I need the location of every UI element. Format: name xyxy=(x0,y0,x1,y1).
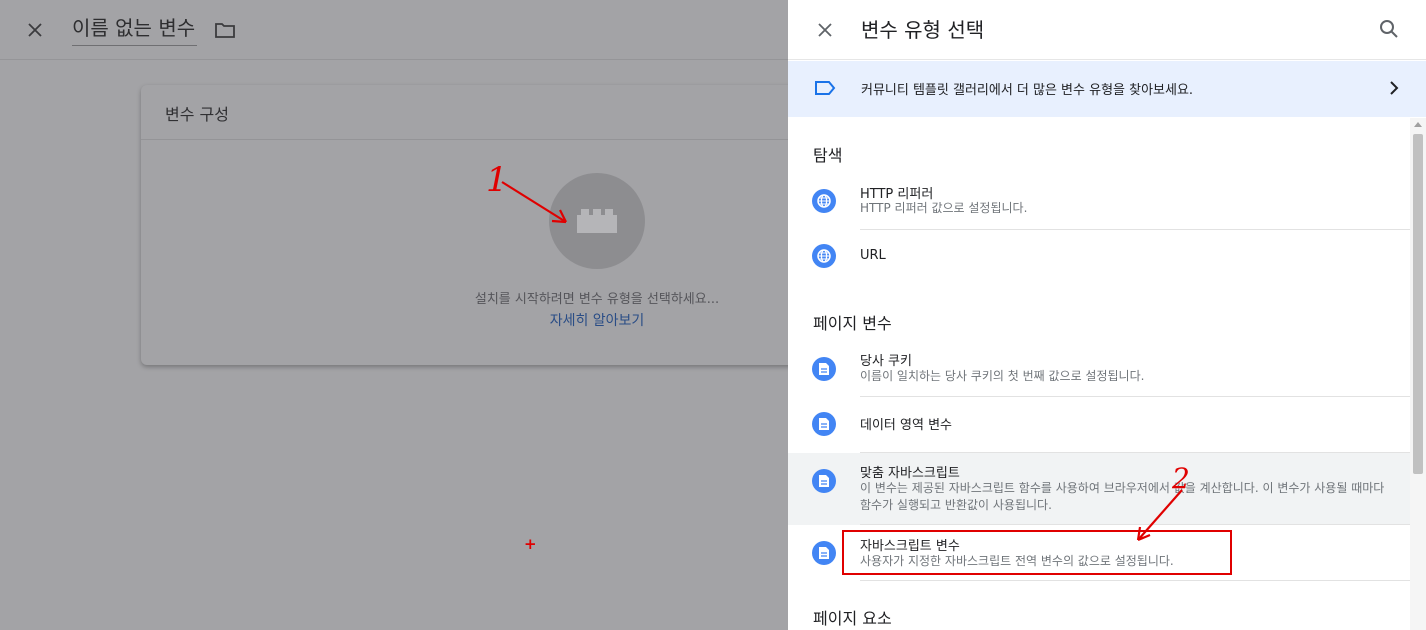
list-item-http-referrer[interactable]: HTTP 리퍼러 HTTP 리퍼러 값으로 설정됩니다. xyxy=(788,174,1410,230)
list-item-custom-javascript[interactable]: 맞춤 자바스크립트 이 변수는 제공된 자바스크립트 함수를 사용하여 브라우저… xyxy=(788,453,1410,525)
list-item-data-layer-variable[interactable]: 데이터 영역 변수 xyxy=(788,397,1410,453)
globe-icon xyxy=(812,244,836,268)
section-title-navigation: 탐색 xyxy=(813,146,843,165)
community-gallery-banner[interactable]: 커뮤니티 템플릿 갤러리에서 더 많은 변수 유형을 찾아보세요. xyxy=(788,61,1426,117)
search-button[interactable] xyxy=(1376,16,1402,42)
panel-title: 변수 유형 선택 xyxy=(861,18,985,42)
editor-close-button[interactable] xyxy=(22,17,48,43)
item-description: HTTP 리퍼러 값으로 설정됩니다. xyxy=(860,201,1028,215)
document-icon xyxy=(812,357,836,381)
item-title: 당사 쿠키 xyxy=(860,354,912,369)
globe-icon xyxy=(812,189,836,213)
panel-close-button[interactable] xyxy=(812,17,838,43)
item-divider xyxy=(860,580,1410,581)
banner-text: 커뮤니티 템플릿 갤러리에서 더 많은 변수 유형을 찾아보세요. xyxy=(861,83,1194,98)
folder-button[interactable] xyxy=(212,17,238,43)
list-item-url[interactable]: URL xyxy=(788,230,1410,286)
search-icon xyxy=(1380,20,1398,38)
annotation-step-1: 1 xyxy=(486,160,508,200)
list-item-first-party-cookie[interactable]: 당사 쿠키 이름이 일치하는 당사 쿠키의 첫 번째 값으로 설정됩니다. xyxy=(788,341,1410,397)
section-title-page-variables: 페이지 변수 xyxy=(813,314,892,333)
variable-type-placeholder[interactable] xyxy=(549,173,645,269)
document-icon xyxy=(812,412,836,436)
annotation-step-2: 2 xyxy=(1172,462,1190,495)
lego-brick-icon xyxy=(577,209,617,233)
item-description: 이 변수는 제공된 자바스크립트 함수를 사용하여 브라우저에서 값을 계산합니… xyxy=(860,481,1385,512)
item-title: 맞춤 자바스크립트 xyxy=(860,466,960,481)
annotation-highlight-box xyxy=(842,530,1232,575)
panel-scrollbar[interactable] xyxy=(1410,118,1426,630)
label-icon xyxy=(815,81,836,95)
close-icon xyxy=(818,23,832,37)
section-title-page-elements: 페이지 요소 xyxy=(813,609,892,628)
folder-icon xyxy=(215,23,235,38)
document-icon xyxy=(812,469,836,493)
close-icon xyxy=(28,23,42,37)
chevron-right-icon xyxy=(1390,81,1399,95)
panel-header: 변수 유형 선택 xyxy=(788,0,1426,60)
scroll-thumb[interactable] xyxy=(1413,134,1423,474)
scroll-up-arrow-icon[interactable] xyxy=(1414,122,1422,127)
annotation-plus: + xyxy=(524,535,537,553)
item-description: 이름이 일치하는 당사 쿠키의 첫 번째 값으로 설정됩니다. xyxy=(860,369,1145,383)
item-title: 데이터 영역 변수 xyxy=(860,418,952,433)
variable-name-input[interactable]: 이름 없는 변수 xyxy=(72,12,198,46)
document-icon xyxy=(812,541,836,565)
item-title: URL xyxy=(860,248,886,263)
